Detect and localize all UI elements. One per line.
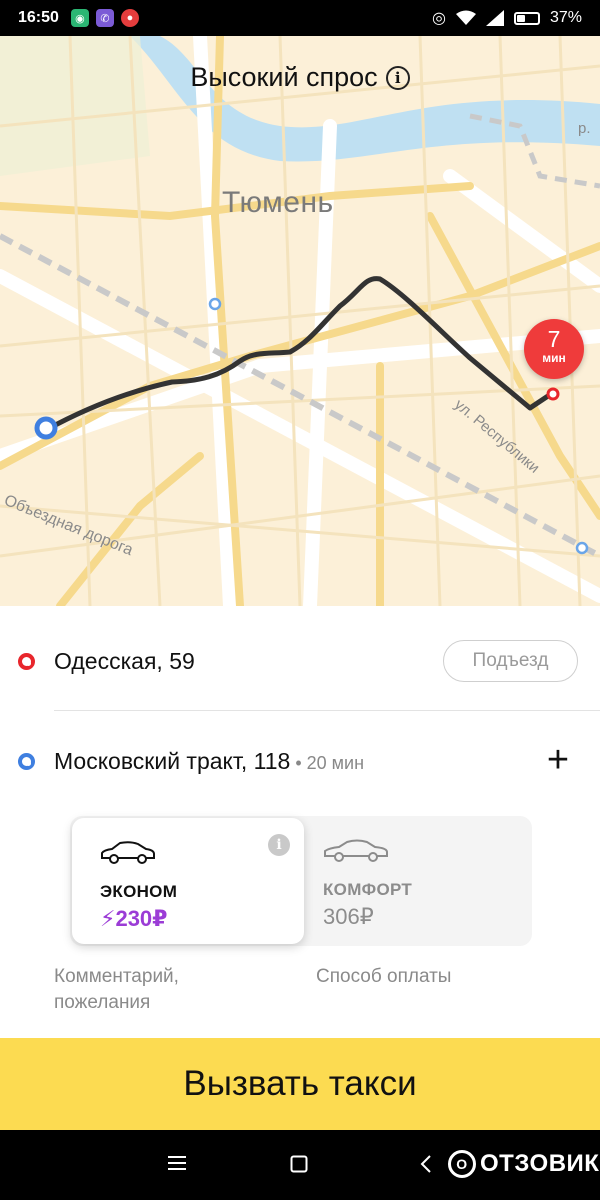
eta-badge: 7 мин — [524, 319, 584, 379]
car-icon — [324, 839, 388, 862]
surge-icon: ⚡ — [100, 906, 116, 931]
wifi-icon — [455, 10, 476, 25]
eta-unit: мин — [542, 351, 566, 365]
signal-icon — [485, 10, 504, 26]
add-stop-button[interactable]: + — [540, 741, 576, 779]
tariff-econom[interactable]: i ЭКОНОМ ⚡230₽ — [72, 818, 304, 944]
destination-text: Московский тракт, 118 • 20 мин — [54, 748, 364, 775]
tariff-price: 306₽ — [323, 904, 374, 929]
battery-icon — [513, 11, 540, 25]
demand-banner[interactable]: Высокий спрос i — [0, 62, 600, 93]
menu-icon[interactable] — [168, 1156, 186, 1170]
destination-row[interactable]: Московский тракт, 118 • 20 мин + — [0, 736, 600, 786]
viber-icon: ✆ — [95, 9, 114, 27]
app-icon: ● — [120, 9, 139, 27]
watermark-text: ОТЗОВИК — [480, 1150, 600, 1177]
info-icon[interactable]: i — [385, 65, 410, 90]
tariff-name: КОМФОРТ — [323, 880, 413, 899]
entrance-button[interactable]: Подъезд — [443, 640, 578, 682]
tariff-name: ЭКОНОМ — [100, 882, 178, 901]
tariff-selector: i ЭКОНОМ ⚡230₽ КОМФОРТ 306₽ — [70, 816, 532, 946]
tariff-info-icon[interactable]: i — [268, 834, 290, 856]
order-sheet: Одесская, 59 Подъезд Московский тракт, 1… — [0, 606, 600, 1038]
back-icon[interactable] — [420, 1154, 432, 1174]
destination-address: Московский тракт, 118 — [54, 747, 291, 774]
tariff-price-wrap: ⚡230₽ — [100, 906, 167, 932]
system-nav-bar: О ОТЗОВИК — [0, 1130, 600, 1200]
call-taxi-button[interactable]: Вызвать такси — [0, 1038, 600, 1130]
home-icon[interactable] — [290, 1155, 308, 1173]
eta-value: 7 — [547, 326, 561, 352]
trip-duration: • 20 мин — [290, 752, 365, 773]
watermark: О ОТЗОВИК — [448, 1150, 599, 1178]
map-roads — [0, 36, 600, 606]
payment-option[interactable]: Способ оплаты — [316, 964, 451, 990]
status-time: 16:50 — [18, 9, 59, 26]
comment-option[interactable]: Комментарий, пожелания — [54, 964, 254, 1016]
hotspot-icon: ◎ — [432, 10, 446, 27]
pickup-marker-icon — [18, 652, 35, 670]
destination-marker-icon — [18, 752, 35, 770]
status-indicators: ◎ 37% — [432, 8, 582, 28]
car-icon — [101, 841, 155, 864]
pickup-address: Одесская, 59 — [54, 647, 195, 674]
pickup-row[interactable]: Одесская, 59 Подъезд — [0, 636, 600, 686]
address-divider — [54, 710, 600, 711]
city-label: Тюмень — [222, 186, 334, 219]
tariff-comfort[interactable]: КОМФОРТ 306₽ — [315, 816, 515, 942]
watermark-logo: О — [448, 1150, 476, 1178]
river-label: р. — [578, 120, 591, 137]
demand-title: Высокий спрос — [190, 62, 378, 92]
battery-level: 37% — [549, 9, 582, 26]
vpn-icon: ◉ — [70, 9, 89, 27]
status-bar: 16:50 ◉ ✆ ● ◎ 37% — [0, 0, 600, 36]
map-view[interactable]: Высокий спрос i Тюмень ул. Республики Об… — [0, 36, 600, 606]
tariff-price: 230₽ — [115, 906, 168, 931]
